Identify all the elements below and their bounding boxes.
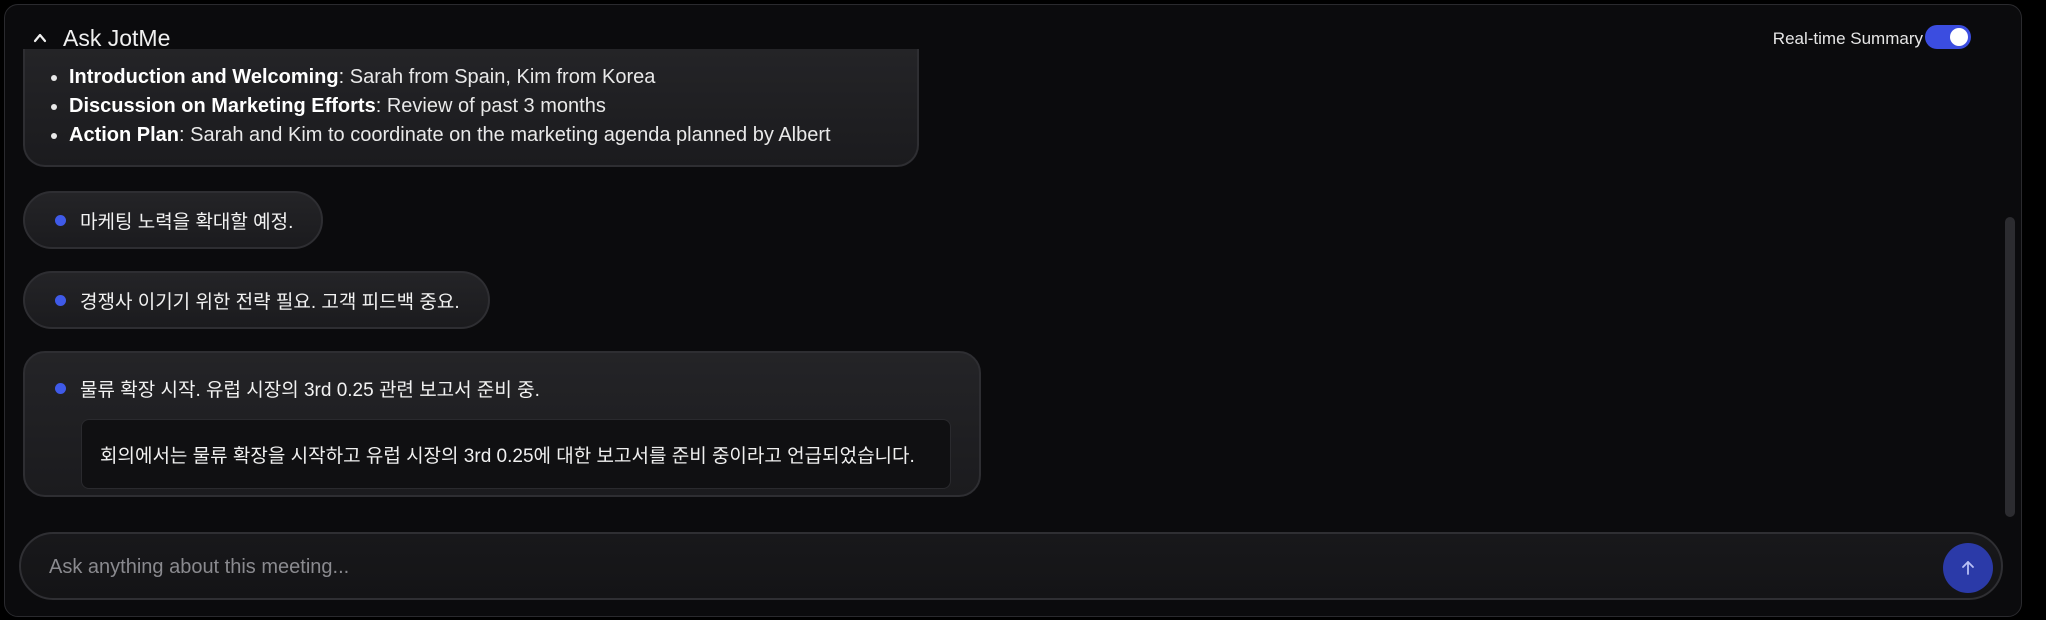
question-input[interactable] bbox=[47, 534, 1921, 600]
summary-item: Introduction and Welcoming: Sarah from S… bbox=[69, 63, 917, 92]
highlight-text: 마케팅 노력을 확대할 예정. bbox=[80, 211, 294, 233]
realtime-summary-toggle[interactable] bbox=[1925, 25, 1971, 49]
summary-item-text: : Sarah and Kim to coordinate on the mar… bbox=[179, 124, 831, 146]
summary-item: Action Plan: Sarah and Kim to coordinate… bbox=[69, 121, 917, 150]
chevron-up-icon bbox=[33, 33, 47, 43]
summary-item: Discussion on Marketing Efforts: Review … bbox=[69, 92, 917, 121]
summary-item-heading: Action Plan bbox=[69, 124, 180, 146]
summary-item-heading: Discussion on Marketing Efforts bbox=[69, 95, 376, 117]
realtime-summary-label: Real-time Summary bbox=[1772, 29, 1923, 48]
summary-item-heading: Introduction and Welcoming bbox=[69, 66, 339, 88]
question-input-bar bbox=[19, 532, 2003, 600]
highlight-text: 경쟁사 이기기 위한 전략 필요. 고객 피드백 중요. bbox=[80, 291, 460, 313]
bullet-dot-icon bbox=[55, 214, 66, 226]
ask-jotme-panel: Ask JotMe Real-time Summary Introduction… bbox=[4, 4, 2022, 617]
highlight-card-expanded[interactable]: 물류 확장 시작. 유럽 시장의 3rd 0.25 관련 보고서 준비 중. 회… bbox=[23, 351, 981, 497]
bullet-dot-icon bbox=[55, 383, 66, 394]
scrollbar[interactable] bbox=[2005, 217, 2015, 517]
send-button[interactable] bbox=[1943, 543, 1993, 593]
summary-list: Introduction and Welcoming: Sarah from S… bbox=[55, 63, 917, 150]
arrow-up-icon bbox=[1962, 561, 1974, 575]
highlight-card[interactable]: 마케팅 노력을 확대할 예정. bbox=[23, 191, 324, 249]
summary-item-text: : Sarah from Spain, Kim from Korea bbox=[338, 66, 656, 88]
highlight-detail: 회의에서는 물류 확장을 시작하고 유럽 시장의 3rd 0.25에 대한 보고… bbox=[81, 419, 951, 489]
toggle-knob bbox=[1950, 28, 1968, 46]
highlight-card[interactable]: 경쟁사 이기기 위한 전략 필요. 고객 피드백 중요. bbox=[23, 271, 490, 329]
bullet-dot-icon bbox=[55, 294, 66, 306]
summary-item-text: : Review of past 3 months bbox=[375, 95, 606, 117]
highlight-row: 물류 확장 시작. 유럽 시장의 3rd 0.25 관련 보고서 준비 중. bbox=[55, 375, 540, 402]
summary-card: Introduction and Welcoming: Sarah from S… bbox=[23, 49, 919, 167]
highlight-text: 물류 확장 시작. 유럽 시장의 3rd 0.25 관련 보고서 준비 중. bbox=[80, 380, 540, 401]
